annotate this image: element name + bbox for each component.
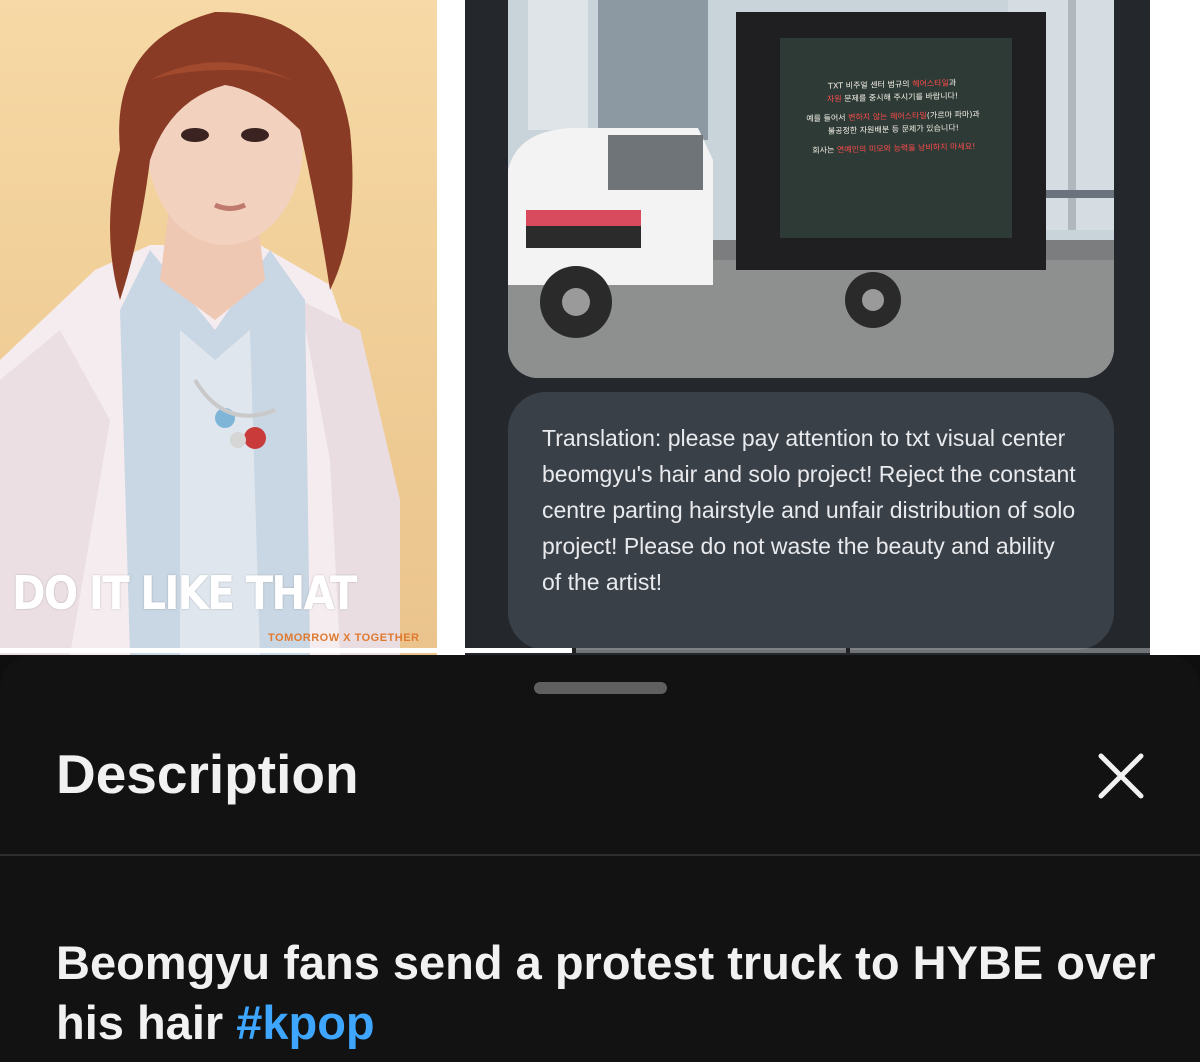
poster-artist-image bbox=[0, 11, 400, 655]
video-progress-bar[interactable] bbox=[0, 648, 1200, 653]
translation-text: Translation: please pay attention to txt… bbox=[542, 425, 1076, 595]
video-title: Beomgyu fans send a protest truck to HYB… bbox=[56, 933, 1166, 1053]
truck-illustration bbox=[508, 0, 1114, 378]
protest-truck-photo bbox=[508, 0, 1114, 378]
hashtag-link[interactable]: #kpop bbox=[236, 996, 374, 1049]
video-player[interactable]: DO IT LIKE THAT TOMORROW X TOGETHER TXT … bbox=[0, 0, 1200, 655]
divider bbox=[0, 854, 1200, 856]
truck-screen-message: TXT 비주얼 센터 범규의 헤어스타일과 자원 문제를 중시해 주시기를 바랍… bbox=[806, 78, 980, 156]
chapter-marker bbox=[846, 648, 850, 653]
frame-margin bbox=[1150, 0, 1200, 655]
close-icon bbox=[1098, 753, 1144, 799]
video-title-text: Beomgyu fans send a protest truck to HYB… bbox=[56, 936, 1156, 1049]
description-sheet: Description Beomgyu fans send a protest … bbox=[0, 655, 1200, 1062]
poster-title: DO IT LIKE THAT bbox=[12, 566, 357, 620]
chapter-marker bbox=[572, 648, 576, 653]
poster-subtitle: TOMORROW X TOGETHER bbox=[268, 632, 420, 644]
close-button[interactable] bbox=[1090, 745, 1152, 807]
translation-bubble: Translation: please pay attention to txt… bbox=[508, 392, 1114, 650]
video-progress-fill bbox=[0, 648, 576, 653]
drag-handle[interactable] bbox=[534, 682, 667, 694]
sheet-title: Description bbox=[56, 743, 359, 805]
album-poster: DO IT LIKE THAT TOMORROW X TOGETHER bbox=[0, 0, 437, 655]
